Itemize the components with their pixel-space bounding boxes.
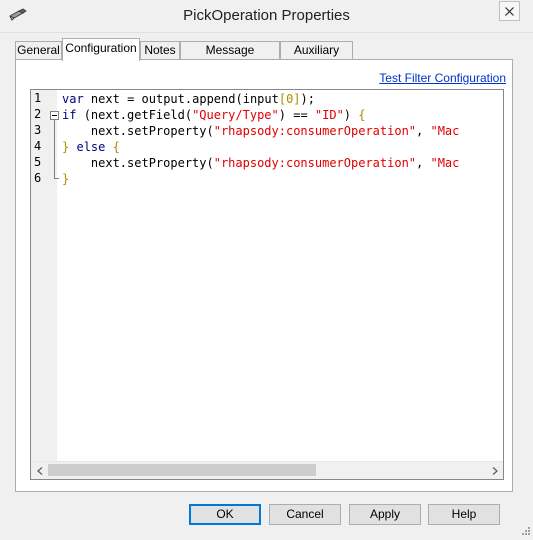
fold-collapse-icon[interactable]	[50, 111, 59, 120]
code-line-2: if (next.getField("Query/Type") == "ID")…	[62, 108, 366, 122]
tab-general[interactable]: General	[15, 41, 62, 59]
title-bar: PickOperation Properties	[0, 0, 533, 33]
help-button[interactable]: Help	[428, 504, 500, 525]
fold-guide-line	[54, 120, 55, 178]
resize-grip-icon[interactable]	[519, 526, 531, 538]
line-number-gutter: 1 2 3 4 5 6	[31, 90, 59, 462]
code-line-5: next.setProperty("rhapsody:consumerOpera…	[90, 156, 460, 170]
scroll-right-arrow-icon[interactable]	[486, 462, 503, 479]
line-number: 5	[34, 155, 42, 169]
window-title: PickOperation Properties	[183, 7, 350, 24]
horizontal-scrollbar[interactable]	[31, 461, 503, 479]
line-number: 3	[34, 123, 42, 137]
test-filter-configuration-link[interactable]: Test Filter Configuration	[379, 71, 506, 85]
line-number: 2	[34, 107, 42, 121]
tab-auxiliary-files[interactable]: Auxiliary Files	[280, 41, 353, 74]
scrollbar-thumb[interactable]	[48, 464, 316, 476]
code-line-4: } else {	[62, 140, 120, 154]
code-line-6: }	[62, 172, 70, 186]
apply-button[interactable]: Apply	[349, 504, 421, 525]
cancel-button[interactable]: Cancel	[269, 504, 341, 525]
code-editor[interactable]: 1 2 3 4 5 6 var next = output.append(inp…	[30, 89, 504, 480]
code-line-3: next.setProperty("rhapsody:consumerOpera…	[90, 124, 460, 138]
tab-configuration[interactable]: Configuration	[62, 38, 140, 61]
configuration-panel: Test Filter Configuration 1 2 3 4 5 6 va…	[15, 59, 513, 492]
line-number: 1	[34, 91, 42, 105]
line-number: 4	[34, 139, 42, 153]
scroll-left-arrow-icon[interactable]	[31, 462, 48, 479]
code-line-1: var next = output.append(input[0]);	[62, 92, 315, 106]
code-area[interactable]: var next = output.append(input[0]); if (…	[62, 90, 503, 202]
close-button[interactable]	[499, 1, 520, 21]
tab-message-collector[interactable]: Message Collector	[180, 41, 280, 74]
close-icon	[505, 6, 514, 16]
tab-notes[interactable]: Notes	[140, 41, 180, 59]
fold-end-marker	[54, 178, 59, 179]
ok-button[interactable]: OK	[189, 504, 261, 525]
line-number: 6	[34, 171, 42, 185]
